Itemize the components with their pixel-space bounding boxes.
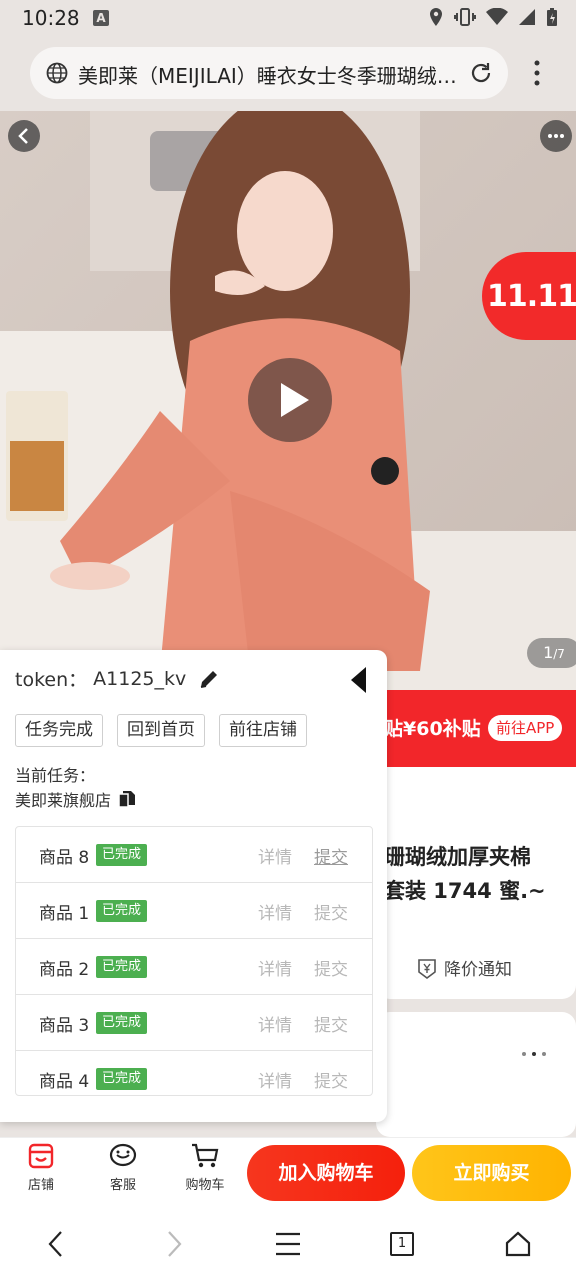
status-time: 10:28	[22, 6, 80, 30]
status-badge: 已完成	[96, 1068, 148, 1090]
detail-link[interactable]: 详情	[258, 899, 292, 924]
play-video-button[interactable]	[248, 358, 332, 442]
task-list: 商品 8 已完成 详情 提交 商品 1 已完成 详情 提交 商品 2 已完成 详…	[15, 826, 373, 1096]
current-task-label: 当前任务：	[15, 766, 96, 785]
task-item-name: 商品 8	[39, 848, 90, 868]
detail-link[interactable]: 详情	[258, 1011, 292, 1036]
collapse-panel-icon[interactable]	[350, 666, 368, 694]
task-row: 商品 1 已完成 详情 提交	[16, 883, 372, 939]
battery-icon	[547, 8, 557, 26]
status-badge: 已完成	[96, 956, 148, 978]
wifi-icon	[486, 8, 508, 25]
status-badge: 已完成	[96, 1012, 148, 1034]
task-row: 商品 4 已完成 详情 提交	[16, 1051, 372, 1095]
token-row: token： A1125_kv	[15, 665, 220, 692]
counter-current: 1	[543, 643, 554, 662]
counter-total: /7	[553, 647, 565, 661]
double-eleven-badge: 11.11	[482, 252, 576, 340]
product-title-line2: 套装 1744 蜜.~	[384, 879, 546, 903]
task-complete-button[interactable]: 任务完成	[15, 714, 103, 747]
submit-link[interactable]: 提交	[314, 899, 348, 924]
home-icon[interactable]	[504, 1228, 532, 1260]
promo-text: 贴¥60补贴	[384, 718, 481, 740]
image-counter: 1/7	[527, 638, 576, 668]
page-title: 美即莱（MEIJILAI）睡衣女士冬季珊瑚绒加厚夹棉套装	[78, 64, 458, 88]
current-task: 美即莱旗舰店	[15, 787, 137, 811]
status-badge: 已完成	[96, 844, 148, 866]
submit-link[interactable]: 提交	[314, 1011, 348, 1036]
task-item-name: 商品 4	[39, 1072, 90, 1092]
shop-icon	[28, 1143, 54, 1169]
task-row: 商品 3 已完成 详情 提交	[16, 995, 372, 1051]
back-arrow-icon[interactable]	[8, 120, 40, 152]
cart-label: 购物车	[185, 1178, 225, 1193]
detail-link[interactable]: 详情	[258, 955, 292, 980]
open-app-button[interactable]: 前往APP	[488, 715, 563, 741]
price-alert-label: 降价通知	[444, 960, 512, 980]
vibrate-icon	[454, 8, 476, 26]
submit-link[interactable]: 提交	[314, 843, 348, 868]
pencil-icon[interactable]	[198, 668, 220, 690]
carousel-dots	[522, 1052, 546, 1056]
token-value: A1125_kv	[93, 667, 187, 690]
back-home-button[interactable]: 回到首页	[117, 714, 205, 747]
product-title-line1: 珊瑚绒加厚夹棉	[384, 845, 531, 869]
task-item-name: 商品 1	[39, 904, 90, 924]
task-row: 商品 8 已完成 详情 提交	[16, 827, 372, 883]
copy-icon[interactable]	[117, 789, 137, 809]
cart-icon	[192, 1143, 219, 1168]
submit-link[interactable]: 提交	[314, 1067, 348, 1092]
detail-link[interactable]: 详情	[258, 843, 292, 868]
tabs-button[interactable]: 1	[390, 1232, 414, 1256]
notification-icon: A	[93, 10, 109, 26]
reload-icon[interactable]	[468, 60, 494, 86]
status-badge: 已完成	[96, 900, 148, 922]
location-icon	[430, 8, 442, 26]
service-label: 客服	[109, 1178, 136, 1193]
status-icons	[428, 6, 558, 28]
buy-now-button[interactable]: 立即购买	[412, 1145, 571, 1201]
detail-link[interactable]: 详情	[258, 1067, 292, 1092]
cart-button[interactable]: 购物车	[175, 1142, 235, 1193]
signal-icon	[519, 9, 535, 25]
browser-forward-icon[interactable]	[162, 1228, 186, 1260]
price-tag-icon	[418, 958, 436, 979]
task-item-name: 商品 3	[39, 1016, 90, 1036]
url-bar[interactable]: 美即莱（MEIJILAI）睡衣女士冬季珊瑚绒加厚夹棉套装	[30, 47, 508, 99]
more-icon[interactable]	[540, 120, 572, 152]
panel-button-row: 任务完成 回到首页 前往店铺	[15, 714, 307, 747]
secondary-card	[376, 1012, 576, 1137]
globe-icon	[46, 62, 68, 84]
overflow-menu-icon[interactable]	[528, 58, 546, 88]
shop-label: 店铺	[27, 1178, 54, 1193]
product-title: 珊瑚绒加厚夹棉 套装 1744 蜜.~	[384, 840, 574, 908]
customer-service-button[interactable]: 客服	[93, 1142, 153, 1193]
task-item-name: 商品 2	[39, 960, 90, 980]
browser-back-icon[interactable]	[44, 1228, 68, 1260]
submit-link[interactable]: 提交	[314, 955, 348, 980]
token-label: token：	[15, 669, 88, 691]
shop-button[interactable]: 店铺	[11, 1142, 71, 1193]
status-bar: 10:28 A	[0, 0, 576, 36]
hamburger-menu-icon[interactable]	[274, 1228, 302, 1260]
current-task-value: 美即莱旗舰店	[15, 791, 112, 810]
go-to-store-button[interactable]: 前往店铺	[219, 714, 307, 747]
add-to-cart-button[interactable]: 加入购物车	[247, 1145, 405, 1201]
task-row: 商品 2 已完成 详情 提交	[16, 939, 372, 995]
chat-icon	[109, 1143, 137, 1167]
promo-banner[interactable]: 贴¥60补贴 前往APP	[376, 690, 576, 767]
price-alert-button[interactable]: 降价通知	[416, 955, 512, 980]
